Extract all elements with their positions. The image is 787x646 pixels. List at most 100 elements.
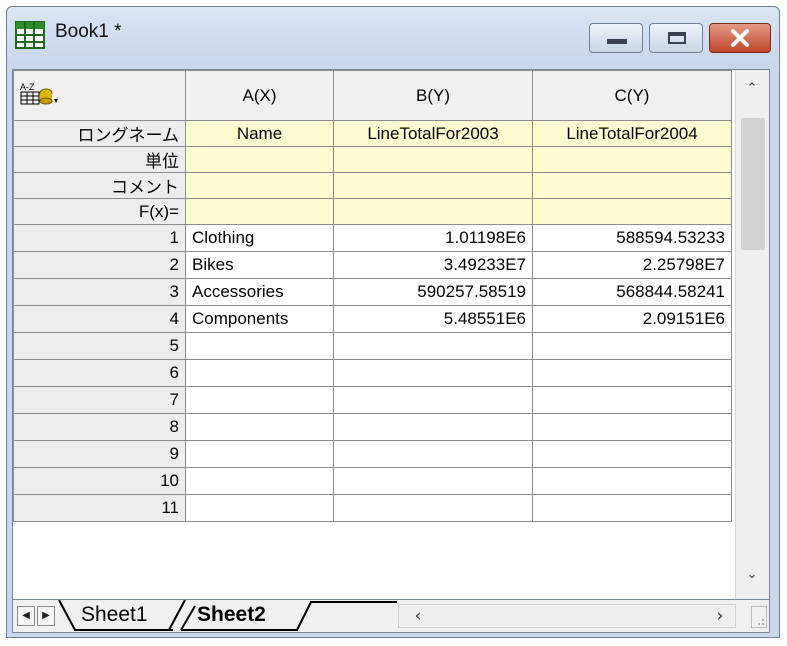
- row-number[interactable]: 7: [13, 386, 186, 414]
- table-cell[interactable]: [333, 386, 533, 414]
- row-number[interactable]: 6: [13, 359, 186, 387]
- row-label-units[interactable]: 単位: [13, 146, 186, 173]
- table-cell[interactable]: [185, 440, 334, 468]
- long-name-cell-a[interactable]: Name: [185, 120, 334, 147]
- close-button[interactable]: [709, 23, 771, 53]
- row-number[interactable]: 10: [13, 467, 186, 495]
- table-cell[interactable]: [333, 332, 533, 360]
- table-cell[interactable]: [333, 413, 533, 441]
- table-cell[interactable]: [532, 359, 732, 387]
- row-label-formula[interactable]: F(x)=: [13, 198, 186, 225]
- table-cell[interactable]: [333, 359, 533, 387]
- table-cell[interactable]: Bikes: [185, 251, 334, 279]
- comments-cell-b[interactable]: [333, 172, 533, 199]
- table-cell[interactable]: [185, 467, 334, 495]
- row-number[interactable]: 1: [13, 224, 186, 252]
- maximize-button[interactable]: [649, 23, 703, 53]
- table-row: 9: [13, 440, 732, 468]
- scroll-down-icon[interactable]: ⌄: [745, 568, 759, 582]
- table-cell[interactable]: 1.01198E6: [333, 224, 533, 252]
- table-cell[interactable]: 5.48551E6: [333, 305, 533, 333]
- worksheet-table: A-Z A(X) B(Y) C(Y) ロングネーム Name LineTotal…: [13, 70, 732, 522]
- table-row: 11: [13, 494, 732, 522]
- close-icon: [731, 29, 749, 47]
- svg-text:A-Z: A-Z: [20, 82, 35, 92]
- table-cell[interactable]: 590257.58519: [333, 278, 533, 306]
- column-header-a[interactable]: A(X): [185, 70, 334, 121]
- comments-cell-a[interactable]: [185, 172, 334, 199]
- table-cell[interactable]: 588594.53233: [532, 224, 732, 252]
- long-name-cell-c[interactable]: LineTotalFor2004: [532, 120, 732, 147]
- table-cell[interactable]: [185, 332, 334, 360]
- scroll-right-icon[interactable]: ›: [709, 606, 731, 626]
- scroll-left-icon[interactable]: ‹: [407, 606, 429, 626]
- row-number[interactable]: 11: [13, 494, 186, 522]
- resize-grip-icon[interactable]: [751, 606, 767, 628]
- table-cell[interactable]: [333, 467, 533, 495]
- table-cell[interactable]: 2.25798E7: [532, 251, 732, 279]
- title-bar[interactable]: Book1 *: [7, 7, 779, 67]
- formula-cell-a[interactable]: [185, 198, 334, 225]
- row-label-comments[interactable]: コメント: [13, 172, 186, 199]
- vertical-scrollbar[interactable]: ⌃ ⌄: [735, 70, 769, 599]
- units-row: 単位: [13, 146, 732, 173]
- row-number[interactable]: 5: [13, 332, 186, 360]
- minimize-icon: [607, 39, 627, 44]
- scroll-up-icon[interactable]: ⌃: [745, 82, 759, 96]
- units-cell-b[interactable]: [333, 146, 533, 173]
- table-cell[interactable]: [185, 386, 334, 414]
- table-cell[interactable]: Components: [185, 305, 334, 333]
- maximize-icon: [668, 32, 686, 44]
- table-cell[interactable]: [185, 359, 334, 387]
- formula-cell-b[interactable]: [333, 198, 533, 225]
- comments-cell-c[interactable]: [532, 172, 732, 199]
- sheet-tab-sheet1[interactable]: Sheet1: [81, 600, 148, 630]
- prev-sheet-button[interactable]: ◀: [17, 606, 35, 626]
- table-cell[interactable]: [185, 413, 334, 441]
- table-cell[interactable]: 3.49233E7: [333, 251, 533, 279]
- table-cell[interactable]: [185, 494, 334, 522]
- table-cell[interactable]: [532, 467, 732, 495]
- table-row: 2 Bikes 3.49233E7 2.25798E7: [13, 251, 732, 279]
- table-cell[interactable]: [532, 494, 732, 522]
- horizontal-scrollbar[interactable]: ‹ ›: [398, 604, 736, 628]
- table-cell[interactable]: Accessories: [185, 278, 334, 306]
- vertical-scroll-thumb[interactable]: [741, 118, 765, 250]
- workbook-window: Book1 * A-Z A(X) B(Y) C(Y) ロングネーム Name L…: [6, 6, 780, 638]
- units-cell-c[interactable]: [532, 146, 732, 173]
- column-header-c[interactable]: C(Y): [532, 70, 732, 121]
- worksheet-icon: [15, 21, 45, 49]
- table-cell[interactable]: [532, 332, 732, 360]
- table-row: 3 Accessories 590257.58519 568844.58241: [13, 278, 732, 306]
- column-header-b[interactable]: B(Y): [333, 70, 533, 121]
- table-row: 8: [13, 413, 732, 441]
- column-header-row: A-Z A(X) B(Y) C(Y): [13, 70, 732, 121]
- table-cell[interactable]: [333, 494, 533, 522]
- table-cell[interactable]: 2.09151E6: [532, 305, 732, 333]
- comments-row: コメント: [13, 172, 732, 199]
- row-number[interactable]: 9: [13, 440, 186, 468]
- table-cell[interactable]: [532, 386, 732, 414]
- formula-row: F(x)=: [13, 198, 732, 225]
- sheet-tab-bar: ◀ ▶ Sheet1 Sheet2 ‹ ›: [12, 599, 770, 633]
- long-name-row: ロングネーム Name LineTotalFor2003 LineTotalFo…: [13, 120, 732, 147]
- units-cell-a[interactable]: [185, 146, 334, 173]
- row-number[interactable]: 8: [13, 413, 186, 441]
- table-cell[interactable]: 568844.58241: [532, 278, 732, 306]
- minimize-button[interactable]: [589, 23, 643, 53]
- row-number[interactable]: 4: [13, 305, 186, 333]
- next-sheet-button[interactable]: ▶: [37, 606, 55, 626]
- table-row: 1 Clothing 1.01198E6 588594.53233: [13, 224, 732, 252]
- table-cell[interactable]: Clothing: [185, 224, 334, 252]
- worksheet-grid: A-Z A(X) B(Y) C(Y) ロングネーム Name LineTotal…: [12, 69, 770, 600]
- long-name-cell-b[interactable]: LineTotalFor2003: [333, 120, 533, 147]
- sheet-tab-sheet2[interactable]: Sheet2: [197, 600, 266, 630]
- table-cell[interactable]: [532, 440, 732, 468]
- row-label-long-name[interactable]: ロングネーム: [13, 120, 186, 147]
- table-cell[interactable]: [333, 440, 533, 468]
- row-number[interactable]: 2: [13, 251, 186, 279]
- formula-cell-c[interactable]: [532, 198, 732, 225]
- table-cell[interactable]: [532, 413, 732, 441]
- row-number[interactable]: 3: [13, 278, 186, 306]
- corner-cell[interactable]: A-Z: [13, 70, 186, 121]
